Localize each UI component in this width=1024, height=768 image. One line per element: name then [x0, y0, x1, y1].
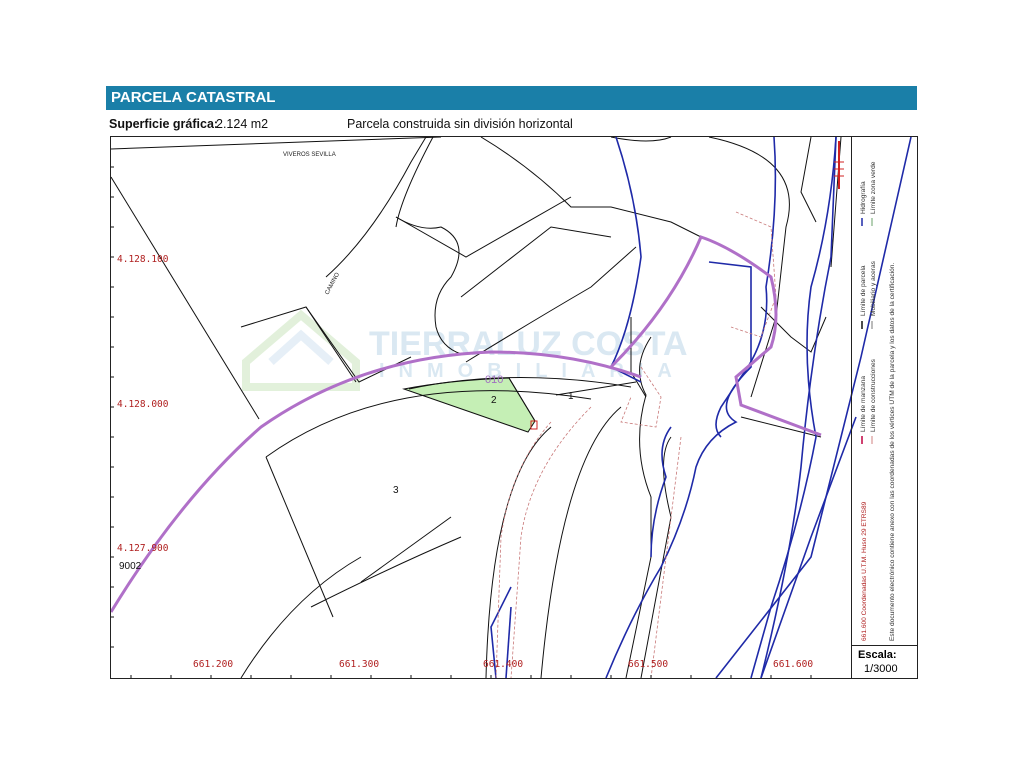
scale-value: 1/3000 — [864, 663, 898, 675]
parcel-label-1: 1 — [568, 391, 574, 402]
y-coord-3: 4.127.900 — [117, 543, 169, 554]
legend-item-mobiliario: Mobiliario y aceras — [870, 260, 877, 316]
scale-label: Escala: — [858, 649, 897, 661]
axis-ticks — [111, 166, 812, 678]
x-coord-3: 661.400 — [483, 659, 523, 670]
legend-item-zona-verde: Límite zona verde — [870, 161, 877, 214]
legend-canvas: Límite de manzana Límite de construccion… — [860, 161, 896, 641]
y-coord-1: 4.128.100 — [117, 254, 169, 265]
legend-item-construcciones: Límite de construcciones — [870, 358, 877, 432]
page-title: PARCELA CATASTRAL — [111, 89, 275, 106]
scale-box: Escala: 1/3000 — [851, 645, 917, 679]
info-row: Superficie gráfica: 2.124 m2 Parcela con… — [109, 117, 914, 135]
x-coord-1: 661.200 — [193, 659, 233, 670]
y-coord-2: 4.128.000 — [117, 399, 169, 410]
x-coord-5: 661.600 — [773, 659, 813, 670]
legend-item-manzana: Límite de manzana — [860, 376, 867, 432]
construction-limits — [495, 211, 777, 678]
parcel-label-2: 2 — [491, 395, 497, 406]
watermark-logo — [242, 309, 360, 391]
side-number: 9002 — [119, 561, 142, 572]
header-bar: PARCELA CATASTRAL — [106, 86, 917, 110]
title-bold: PARCELA — [111, 89, 182, 106]
legend-document-note: Este documento electrónico contiene anex… — [889, 263, 896, 641]
place-label: VIVEROS SEVILLA — [283, 152, 336, 158]
cadastral-map[interactable]: TIERRALUZ COSTA INMOBILIARIA 4.128.100 4… — [110, 136, 918, 679]
legend-item-hidrografia: Hidrografía — [860, 181, 867, 214]
map-canvas[interactable]: TIERRALUZ COSTA INMOBILIARIA 4.128.100 4… — [111, 137, 917, 678]
surface-label: Superficie gráfica: — [109, 117, 219, 131]
parcel-description: Parcela construida sin división horizont… — [347, 117, 573, 131]
road-label: CAMINO — [324, 272, 341, 296]
hydrography — [490, 137, 912, 678]
watermark-line1: TIERRALUZ COSTA — [369, 325, 688, 363]
x-coord-4: 661.500 — [628, 659, 668, 670]
x-coord-2: 661.300 — [339, 659, 379, 670]
title-rest: CATASTRAL — [181, 89, 276, 106]
parcel-code: 010 — [485, 374, 503, 386]
parcel-label-3: 3 — [393, 485, 399, 496]
surface-value: 2.124 m2 — [216, 117, 269, 131]
legend-coordinates: 661.600 Coordenadas U.T.M. Huso 29 ETRS8… — [861, 501, 868, 641]
legend-panel: Límite de manzana Límite de construccion… — [851, 136, 916, 645]
legend-item-parcela: Límite de parcela — [860, 265, 867, 316]
